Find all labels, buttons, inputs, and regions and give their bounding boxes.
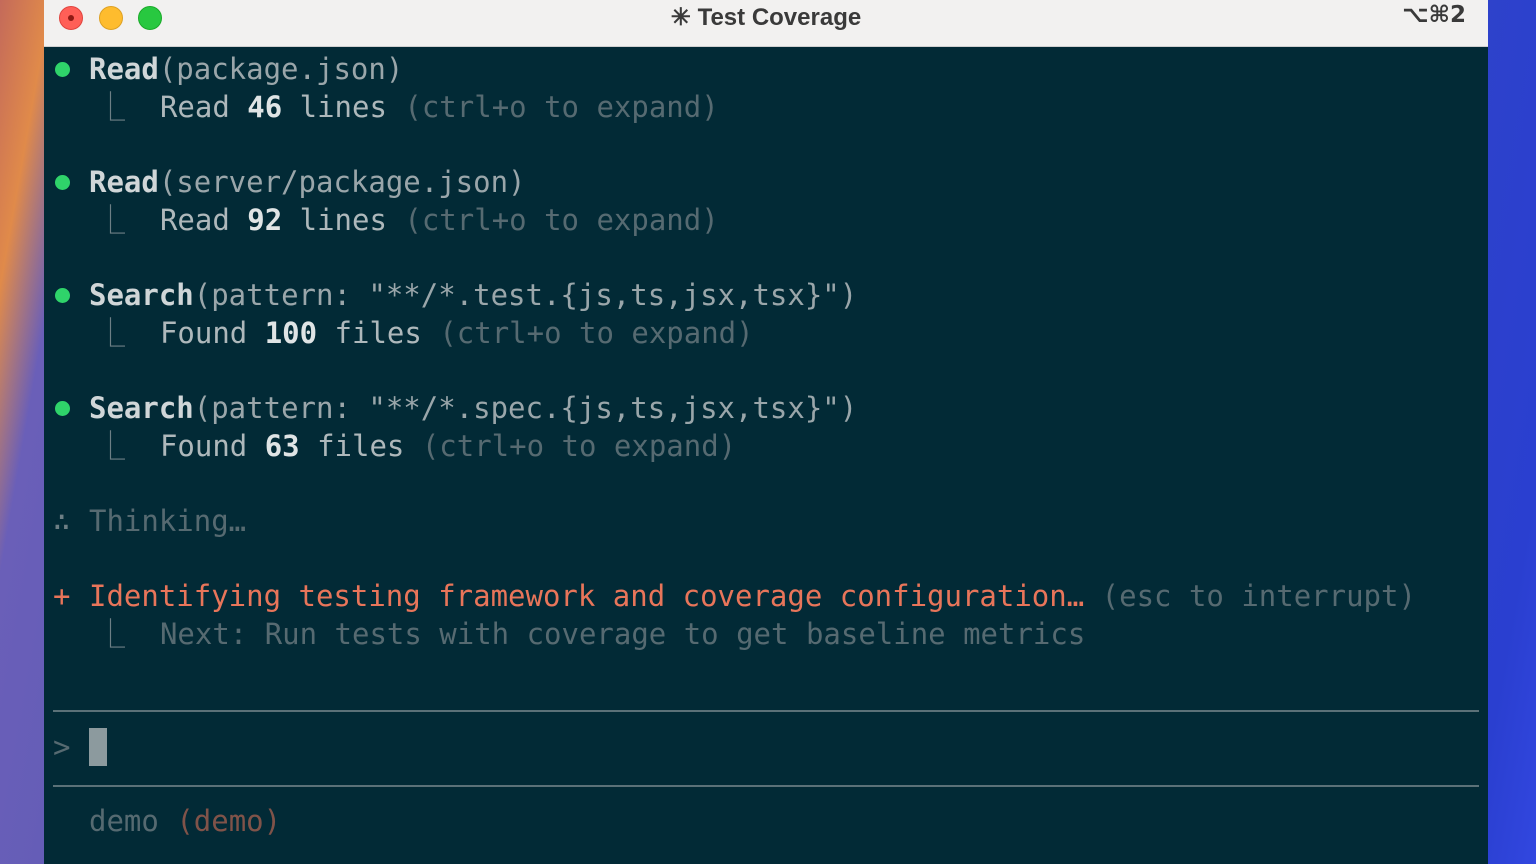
tool-args: (pattern: "**/*.test.{js,ts,jsx,tsx}") [193, 278, 858, 312]
result-count: 63 [264, 429, 300, 463]
tool-result-line: ⎿ Read 92 lines (ctrl+o to expand) [96, 201, 719, 239]
expand-hint: (ctrl+o to expand) [439, 316, 754, 350]
result-suffix: lines [282, 203, 405, 237]
prompt-top-border [53, 710, 1479, 712]
thinking-text: Thinking… [89, 504, 247, 538]
elbow-icon: ⎿ [96, 90, 126, 124]
window-title-text: Test Coverage [697, 4, 862, 31]
prompt-bottom-border [53, 785, 1479, 787]
expand-hint: (ctrl+o to expand) [404, 90, 719, 124]
tool-call-line: Search(pattern: "**/*.spec.{js,ts,jsx,ts… [89, 389, 857, 427]
status-dot-icon [55, 175, 70, 190]
tool-result-line: ⎿ Found 63 files (ctrl+o to expand) [96, 427, 736, 465]
tool-call-line: Read(server/package.json) [89, 163, 526, 201]
result-prefix: Read [159, 203, 248, 237]
tool-name: Read [89, 52, 159, 86]
terminal-window: ✳ Test Coverage ⌥⌘2 Read(package.json) ⎿… [44, 0, 1488, 864]
status-text: Identifying testing framework and covera… [89, 579, 1085, 613]
tool-call-line: Search(pattern: "**/*.test.{js,ts,jsx,ts… [89, 276, 857, 314]
tool-args: (package.json) [158, 52, 404, 86]
result-prefix: Found [159, 429, 265, 463]
expand-hint: (ctrl+o to expand) [404, 203, 719, 237]
footer-branch: (demo) [176, 804, 282, 838]
status-dot-icon [55, 401, 70, 416]
elbow-icon: ⎿ [96, 429, 126, 463]
status-dot-icon [55, 62, 70, 77]
tool-name: Search [89, 391, 194, 425]
thinking-icon: ∴ [53, 504, 71, 538]
tool-call-line: Read(package.json) [89, 50, 403, 88]
spinner-icon: + [53, 579, 71, 613]
elbow-icon: ⎿ [96, 617, 126, 651]
result-suffix: files [317, 316, 440, 350]
interrupt-hint: (esc to interrupt) [1084, 579, 1416, 613]
result-prefix: Found [159, 316, 265, 350]
tool-result-line: ⎿ Read 46 lines (ctrl+o to expand) [96, 88, 719, 126]
tool-result-line: ⎿ Found 100 files (ctrl+o to expand) [96, 314, 754, 352]
result-prefix: Read [159, 90, 248, 124]
result-suffix: files [299, 429, 422, 463]
sparkle-icon: ✳ [670, 4, 691, 31]
expand-hint: (ctrl+o to expand) [421, 429, 737, 463]
footer-line: demo (demo) [89, 802, 281, 840]
window-title: ✳ Test Coverage [44, 3, 1488, 32]
result-suffix: lines [282, 90, 405, 124]
footer-name: demo [89, 804, 159, 838]
elbow-icon: ⎿ [96, 316, 126, 350]
result-count: 100 [264, 316, 318, 350]
title-bar: ✳ Test Coverage ⌥⌘2 [44, 0, 1488, 47]
result-count: 46 [247, 90, 283, 124]
window-shortcut: ⌥⌘2 [1402, 2, 1466, 28]
status-line: Identifying testing framework and covera… [89, 577, 1416, 615]
next-step-line: ⎿ Next: Run tests with coverage to get b… [96, 615, 1085, 653]
elbow-icon: ⎿ [96, 203, 126, 237]
next-step-text: Next: Run tests with coverage to get bas… [159, 617, 1086, 651]
tool-name: Search [89, 278, 194, 312]
tool-args: (pattern: "**/*.spec.{js,ts,jsx,tsx}") [193, 391, 858, 425]
result-count: 92 [247, 203, 283, 237]
terminal-content: Read(package.json) ⎿ Read 46 lines (ctrl… [44, 46, 1488, 864]
text-cursor [89, 728, 107, 766]
status-dot-icon [55, 288, 70, 303]
tool-name: Read [89, 165, 159, 199]
prompt-symbol: > [53, 730, 71, 764]
tool-args: (server/package.json) [158, 165, 526, 199]
